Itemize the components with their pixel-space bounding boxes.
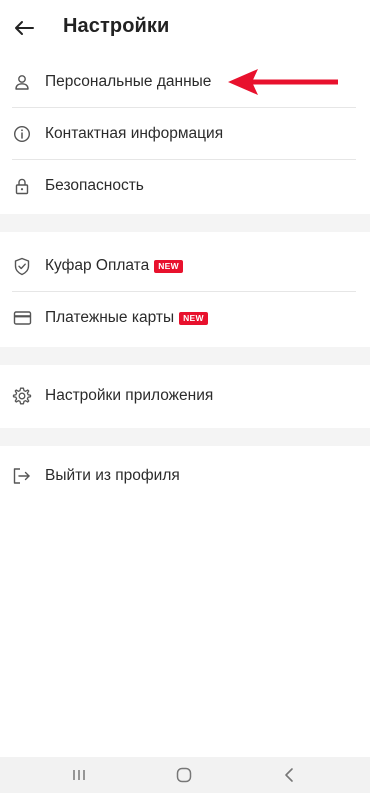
- system-nav-bar: [0, 757, 370, 793]
- info-icon: [11, 123, 33, 145]
- page-title: Настройки: [63, 15, 170, 37]
- menu-item-label: Контактная информация: [45, 125, 224, 142]
- menu-item-label: Платежные карты NEW: [45, 309, 208, 327]
- menu-item-text: Куфар Оплата: [45, 257, 150, 274]
- menu-item-app-settings[interactable]: Настройки приложения: [0, 370, 370, 422]
- recent-apps-icon: [73, 770, 85, 780]
- menu-item-label: Персональные данные: [45, 73, 212, 90]
- recent-apps-button[interactable]: [64, 764, 94, 786]
- menu-item-security[interactable]: Безопасность: [0, 160, 370, 212]
- user-icon: [11, 71, 33, 93]
- new-badge: NEW: [179, 311, 208, 325]
- menu-item-contact-info[interactable]: Контактная информация: [0, 108, 370, 160]
- menu-item-kufar-pay[interactable]: Куфар Оплата NEW: [0, 240, 370, 292]
- card-icon: [11, 307, 33, 329]
- menu-item-text: Платежные карты: [45, 309, 175, 326]
- home-button[interactable]: [169, 764, 199, 786]
- menu-item-logout[interactable]: Выйти из профиля: [0, 450, 370, 502]
- menu-item-payment-cards[interactable]: Платежные карты NEW: [0, 292, 370, 344]
- lock-icon: [11, 175, 33, 197]
- section-separator: [0, 347, 370, 365]
- red-arrow-icon: [228, 69, 338, 95]
- menu-item-label: Куфар Оплата NEW: [45, 257, 183, 275]
- app-header: Настройки: [0, 0, 370, 56]
- home-icon: [176, 767, 192, 783]
- menu-item-label: Безопасность: [45, 177, 144, 194]
- shield-check-icon: [11, 255, 33, 277]
- section-separator: [0, 214, 370, 232]
- menu-item-label: Настройки приложения: [45, 387, 214, 404]
- back-nav-icon: [285, 768, 293, 782]
- back-nav-button[interactable]: [274, 764, 304, 786]
- app-settings-section: Настройки приложения: [0, 370, 370, 422]
- gear-icon: [11, 385, 33, 407]
- menu-item-label: Выйти из профиля: [45, 467, 180, 484]
- logout-section: Выйти из профиля: [0, 450, 370, 502]
- arrow-left-icon: [15, 21, 34, 35]
- back-button[interactable]: [8, 12, 40, 44]
- new-badge: NEW: [154, 259, 183, 273]
- payments-section: Куфар Оплата NEW Платежные карты NEW: [0, 240, 370, 344]
- section-separator: [0, 428, 370, 446]
- logout-icon: [11, 465, 33, 487]
